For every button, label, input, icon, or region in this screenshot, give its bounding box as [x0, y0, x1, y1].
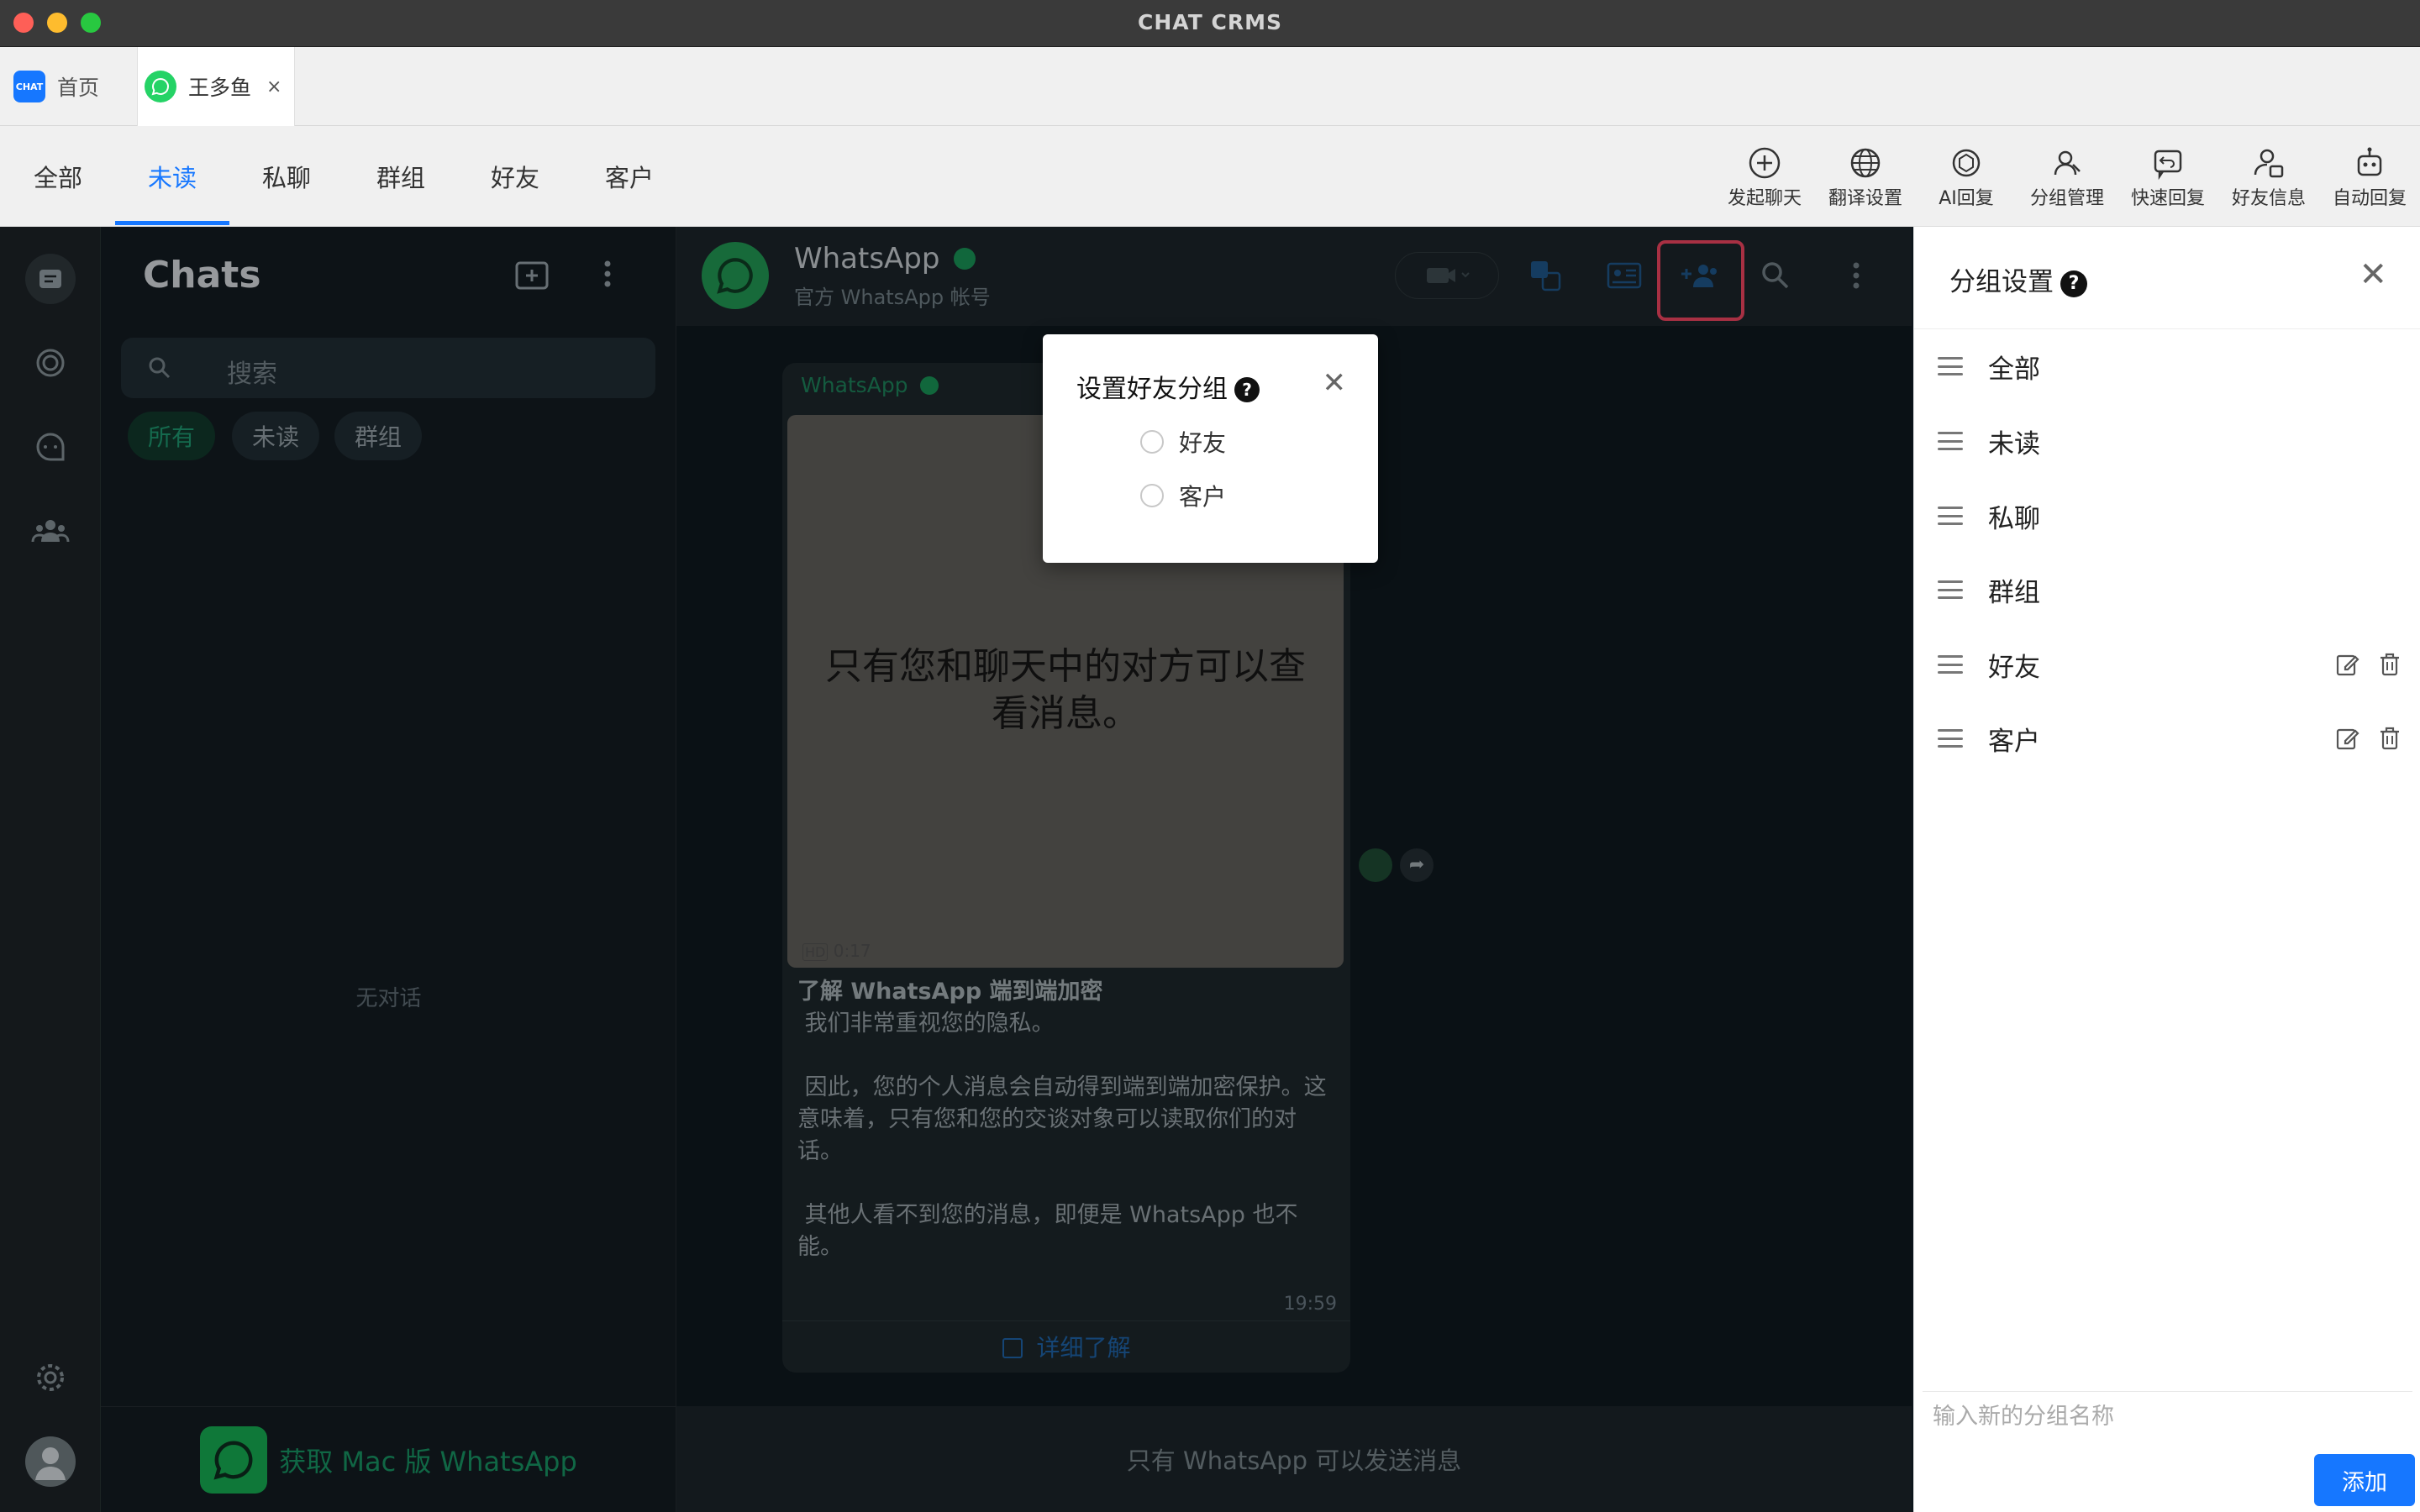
group-settings-drawer: 分组设置? ✕ 全部 未读 私聊 群组 好友 客户 [1913, 227, 2420, 1512]
new-group-name-input[interactable] [1923, 1391, 2412, 1441]
drag-handle-icon[interactable] [1938, 580, 1963, 599]
group-name: 私聊 [1988, 503, 2040, 534]
drawer-title-text: 分组设置 [1949, 267, 2054, 297]
friend-info-label: 好友信息 [2231, 188, 2306, 209]
modal-backdrop[interactable] [0, 227, 1912, 1512]
active-tab-indicator [115, 221, 229, 225]
drag-handle-icon[interactable] [1938, 432, 1963, 450]
openai-icon [1952, 149, 1981, 177]
robot-icon [2357, 147, 2382, 176]
edit-icon[interactable] [2335, 726, 2360, 751]
group-option-friends[interactable]: 好友 [1140, 425, 1226, 459]
drag-handle-icon[interactable] [1938, 729, 1963, 748]
window-title: CHAT CRMS [1138, 10, 1282, 34]
group-nav-bar: 全部 未读 私聊 群组 好友 客户 发起聊天 翻译设置 AI回复 分组管理 快速… [0, 126, 2420, 227]
tab-account-label: 王多鱼 [188, 76, 252, 100]
drawer-title: 分组设置? [1949, 260, 2087, 298]
whatsapp-icon [145, 71, 176, 102]
nav-tab-private[interactable]: 私聊 [262, 126, 311, 227]
start-chat-button[interactable]: 发起聊天 [1714, 144, 1815, 212]
plus-circle-icon [1749, 147, 1781, 179]
group-name: 群组 [1988, 577, 2040, 608]
window-titlebar: CHAT CRMS [0, 0, 2420, 47]
globe-icon [1850, 148, 1881, 178]
modal-title-text: 设置好友分组 [1076, 375, 1228, 404]
group-name: 客户 [1988, 726, 2040, 757]
nav-tab-unread[interactable]: 未读 [148, 126, 197, 227]
group-name: 全部 [1988, 354, 2040, 385]
contact-info-icon [2254, 149, 2284, 178]
group-option-customers[interactable]: 客户 [1140, 479, 1226, 512]
nav-tab-all[interactable]: 全部 [34, 126, 82, 227]
row-actions [2335, 726, 2402, 751]
edit-icon[interactable] [2335, 652, 2360, 677]
help-icon[interactable]: ? [2060, 270, 2087, 297]
nav-tab-groups[interactable]: 群组 [376, 126, 425, 227]
option-label: 客户 [1179, 483, 1227, 511]
row-actions [2335, 652, 2402, 677]
drawer-close-icon[interactable]: ✕ [2359, 255, 2387, 294]
group-row[interactable]: 客户 [1914, 701, 2420, 775]
group-row[interactable]: 未读 [1914, 404, 2420, 478]
option-label: 好友 [1179, 429, 1227, 457]
user-group-icon [2054, 150, 2081, 176]
translate-settings-label: 翻译设置 [1828, 188, 1902, 209]
auto-reply-button[interactable]: 自动回复 [2319, 144, 2420, 212]
quick-reply-button[interactable]: 快速回复 [2118, 144, 2218, 212]
drag-handle-icon[interactable] [1938, 357, 1963, 375]
set-friend-group-modal: 设置好友分组? ✕ 好友 客户 [1043, 334, 1378, 563]
drag-handle-icon[interactable] [1938, 507, 1963, 525]
group-row[interactable]: 私聊 [1914, 479, 2420, 553]
ai-reply-button[interactable]: AI回复 [1916, 144, 2017, 212]
quick-reply-icon [2154, 150, 2182, 181]
quick-reply-label: 快速回复 [2130, 188, 2205, 209]
modal-help-icon[interactable]: ? [1234, 377, 1260, 402]
group-management-label: 分组管理 [2029, 188, 2104, 209]
auto-reply-label: 自动回复 [2332, 188, 2407, 209]
drag-handle-icon[interactable] [1938, 655, 1963, 674]
group-name: 未读 [1988, 428, 2040, 459]
delete-icon[interactable] [2377, 652, 2402, 677]
tab-close-icon[interactable]: × [266, 76, 281, 97]
ai-reply-label: AI回复 [1939, 188, 1994, 209]
group-row[interactable]: 全部 [1914, 329, 2420, 403]
nav-tab-friends[interactable]: 好友 [491, 126, 539, 227]
drawer-header: 分组设置? ✕ [1914, 227, 2420, 329]
radio-button[interactable] [1140, 430, 1164, 454]
modal-close-icon[interactable]: ✕ [1323, 366, 1347, 400]
translate-settings-button[interactable]: 翻译设置 [1815, 144, 1916, 212]
start-chat-label: 发起聊天 [1727, 188, 1802, 209]
tab-home-label: 首页 [57, 76, 100, 100]
delete-icon[interactable] [2377, 726, 2402, 751]
tab-strip: CHAT 首页 王多鱼 × [0, 47, 2420, 126]
modal-title: 设置好友分组? [1076, 368, 1260, 405]
tab-account[interactable]: 王多鱼 × [137, 47, 295, 126]
add-group-button[interactable]: 添加 [2314, 1454, 2415, 1506]
tab-home[interactable]: CHAT 首页 [13, 47, 139, 126]
chat-app-icon: CHAT [13, 71, 45, 102]
radio-button[interactable] [1140, 484, 1164, 507]
nav-tab-customers[interactable]: 客户 [605, 126, 654, 227]
group-name: 好友 [1988, 652, 2040, 683]
friend-info-button[interactable]: 好友信息 [2218, 144, 2319, 212]
group-management-button[interactable]: 分组管理 [2017, 144, 2118, 212]
group-row[interactable]: 好友 [1914, 627, 2420, 701]
group-row[interactable]: 群组 [1914, 553, 2420, 627]
